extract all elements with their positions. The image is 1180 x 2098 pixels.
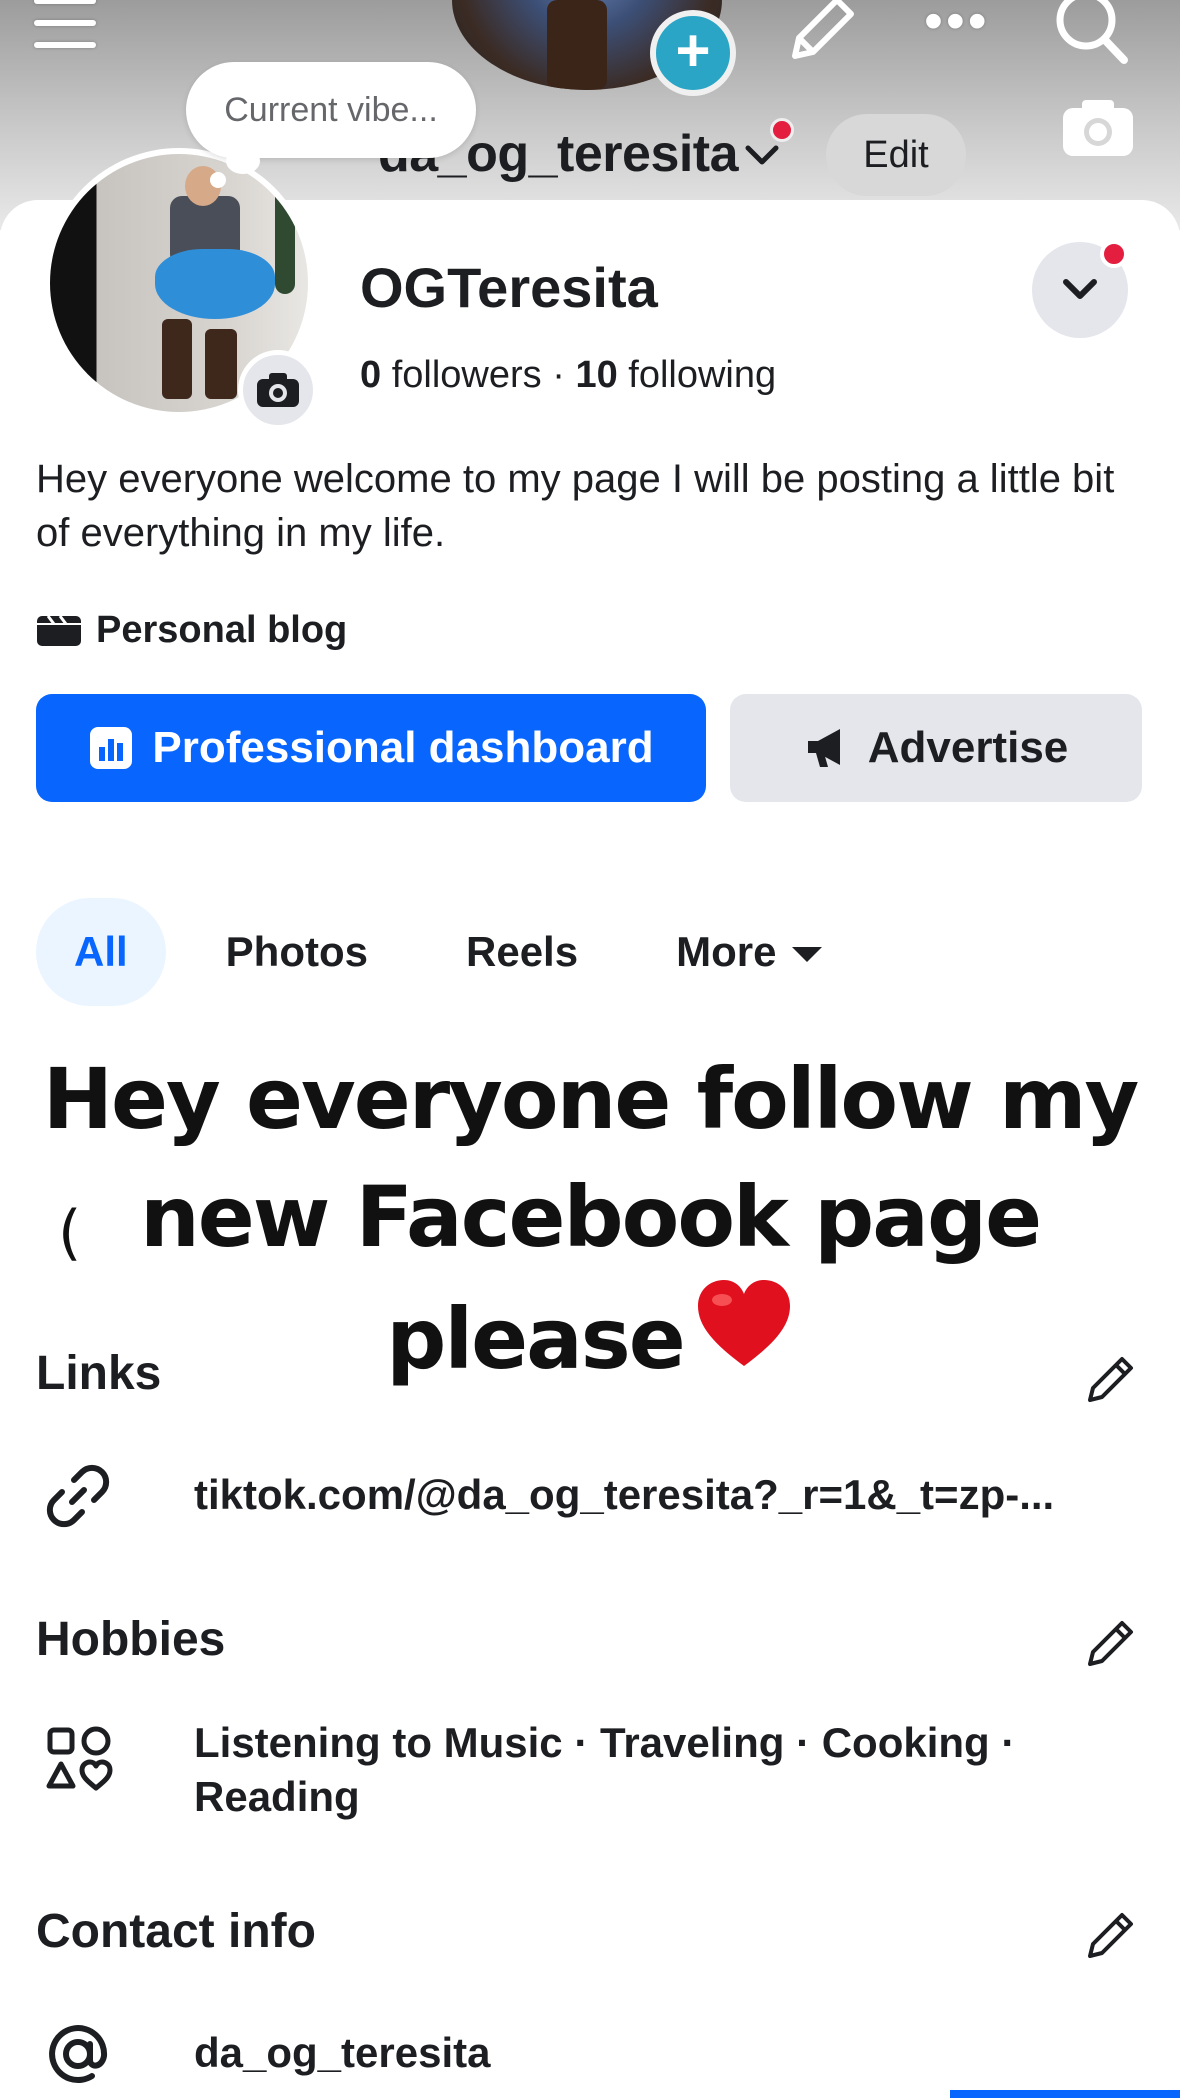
overlay-caption: Hey everyone follow my new Facebook page… xyxy=(0,1040,1180,1398)
link-url[interactable]: tiktok.com/@da_og_teresita?_r=1&_t=zp-..… xyxy=(194,1468,1054,1522)
overlay-line-1: Hey everyone follow my xyxy=(42,1050,1140,1148)
tab-more[interactable]: More xyxy=(638,898,860,1006)
camera-icon[interactable] xyxy=(238,350,318,430)
camera-icon[interactable] xyxy=(1060,96,1136,160)
edit-button[interactable]: Edit xyxy=(826,114,966,196)
clapperboard-icon xyxy=(37,615,81,646)
scroll-indicator xyxy=(950,2090,1180,2098)
follow-stats[interactable]: 0 followers · 10 following xyxy=(360,354,776,397)
professional-dashboard-label: Professional dashboard xyxy=(152,723,654,772)
more-dots-icon[interactable]: ••• xyxy=(924,0,994,48)
contact-handle[interactable]: da_og_teresita xyxy=(194,2026,490,2080)
profile-bio: Hey everyone welcome to my page I will b… xyxy=(36,457,1115,555)
category-label: Personal blog xyxy=(96,608,348,651)
notification-dot xyxy=(1100,240,1128,268)
tab-all[interactable]: All xyxy=(36,898,166,1006)
pencil-icon[interactable] xyxy=(1082,1906,1140,1964)
shapes-icon xyxy=(46,1726,113,1791)
overlay-line-2: new Facebook page xyxy=(139,1168,1042,1266)
tab-photos[interactable]: Photos xyxy=(188,898,406,1006)
stats-separator: · xyxy=(552,354,565,396)
hobbies-list: Listening to Music · Traveling · Cooking… xyxy=(194,1716,1015,1824)
tab-more-label: More xyxy=(676,928,777,975)
megaphone-icon xyxy=(807,729,840,767)
search-icon[interactable] xyxy=(1050,0,1130,65)
profile-name: OGTeresita xyxy=(360,256,658,319)
vibe-bubble-tail xyxy=(226,148,260,174)
hobbies-row: Listening to Music · Traveling · Cooking… xyxy=(36,1716,1015,1824)
followers-label[interactable]: followers xyxy=(392,354,542,396)
tab-reels[interactable]: Reels xyxy=(428,898,616,1006)
advertise-button[interactable]: Advertise xyxy=(730,694,1142,802)
at-sign-icon xyxy=(49,2025,108,2083)
profile-tabs: All Photos Reels More xyxy=(36,898,882,1006)
plus-icon[interactable]: + xyxy=(650,10,736,96)
link-row[interactable]: tiktok.com/@da_og_teresita?_r=1&_t=zp-..… xyxy=(36,1454,1054,1538)
overlay-line-3-text: please xyxy=(386,1290,686,1388)
contact-info-title: Contact info xyxy=(36,1905,316,1958)
advertise-label: Advertise xyxy=(867,723,1069,772)
hobbies-title: Hobbies xyxy=(36,1613,226,1666)
caret-down-icon xyxy=(792,947,823,963)
overlay-line-3: please xyxy=(0,1276,1180,1398)
professional-dashboard-button[interactable]: Professional dashboard xyxy=(36,694,706,802)
hobbies-line-1: Listening to Music · Traveling · Cooking… xyxy=(194,1719,1016,1766)
bar-chart-icon xyxy=(90,727,133,769)
overlay-fragment: ( xyxy=(58,1198,82,1268)
pencil-icon[interactable] xyxy=(1082,1614,1140,1672)
following-label[interactable]: following xyxy=(628,354,776,396)
menu-icon[interactable] xyxy=(34,0,96,54)
pencil-icon[interactable] xyxy=(785,0,865,64)
link-icon xyxy=(46,1464,110,1528)
vibe-bubble-tail-dot xyxy=(210,172,226,188)
hobbies-line-2: Reading xyxy=(194,1773,360,1820)
current-vibe-bubble[interactable]: Current vibe... xyxy=(186,62,476,158)
profile-category: Personal blog xyxy=(36,606,347,654)
followers-count[interactable]: 0 xyxy=(360,354,381,396)
contact-row[interactable]: da_og_teresita xyxy=(36,2012,490,2096)
chevron-down-icon[interactable] xyxy=(742,138,782,172)
notification-dot xyxy=(770,118,794,142)
heart-icon xyxy=(697,1280,790,1366)
following-count[interactable]: 10 xyxy=(575,354,617,396)
